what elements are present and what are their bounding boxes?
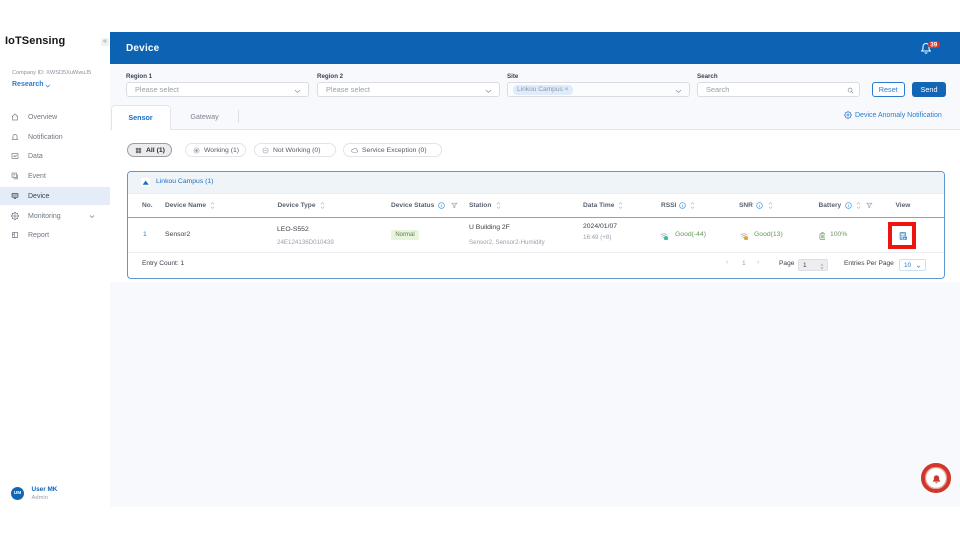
svg-text:39: 39: [930, 42, 937, 48]
